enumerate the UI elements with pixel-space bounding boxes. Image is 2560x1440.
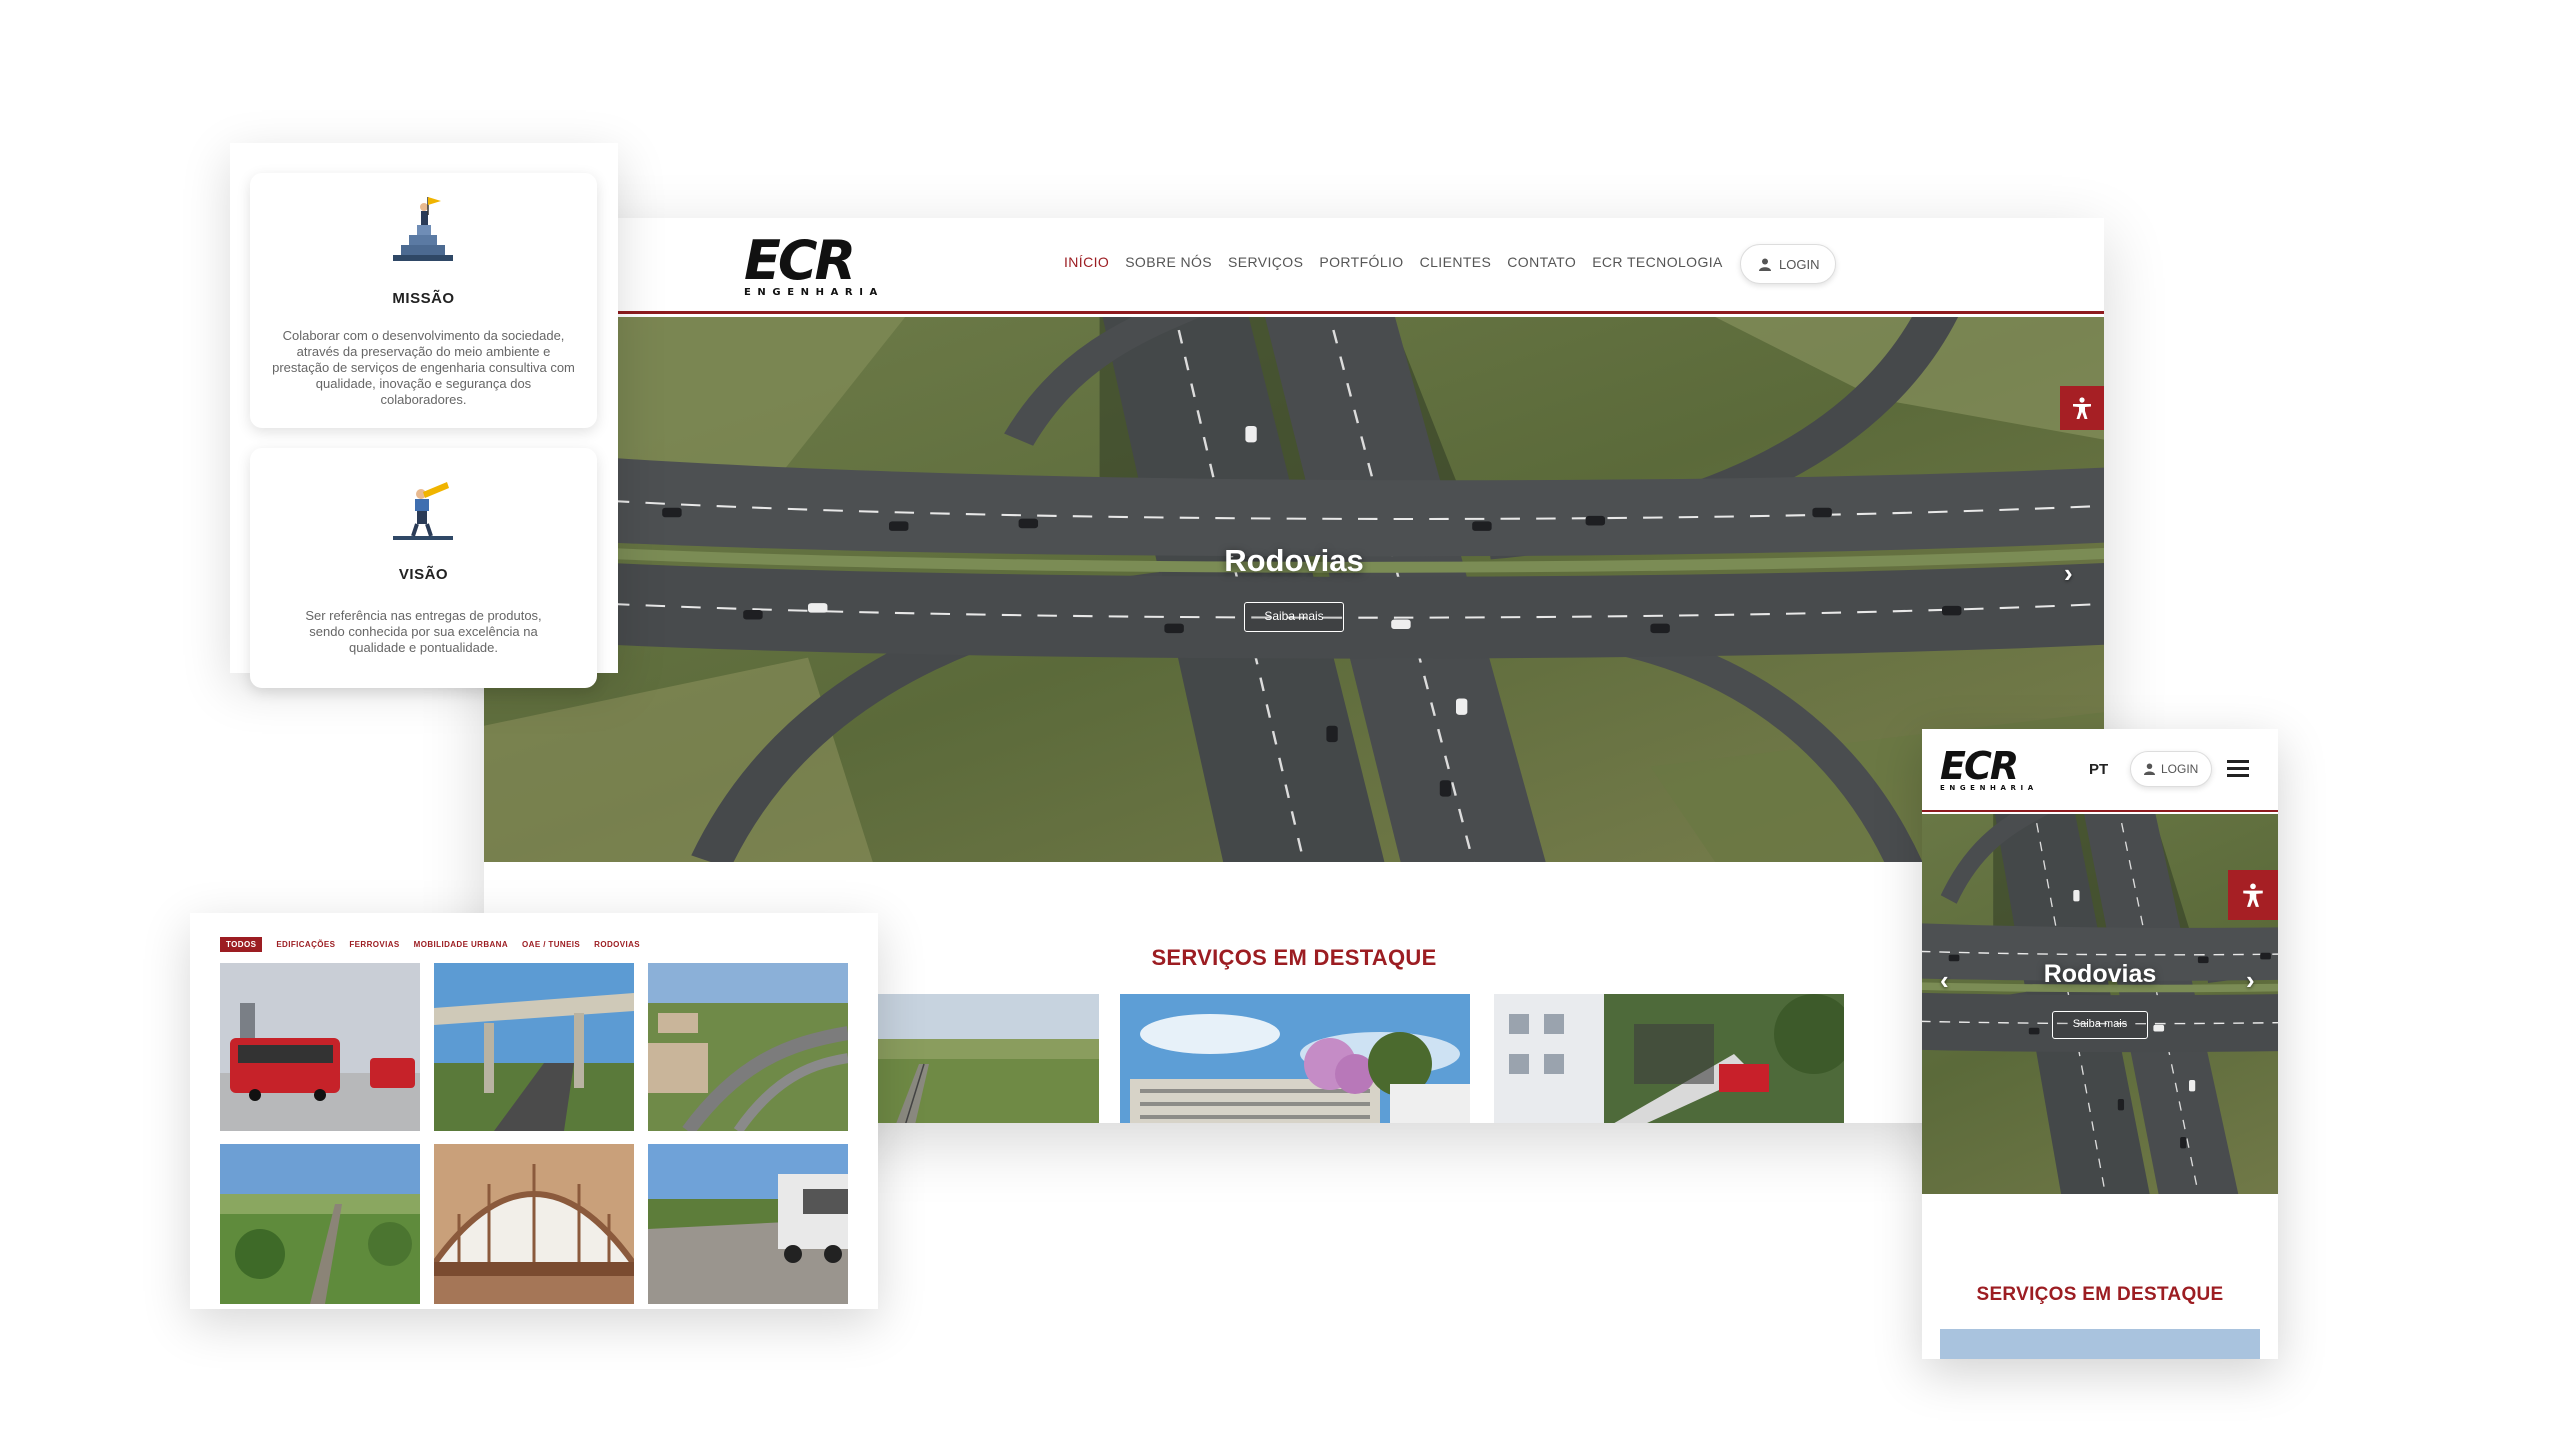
accessibility-button[interactable]	[2060, 386, 2104, 430]
logo-main: ECR	[744, 229, 856, 292]
nav-item-inicio[interactable]: INÍCIO	[1064, 254, 1109, 270]
mobile-logo[interactable]: ECR ENGENHARIA	[1940, 747, 2038, 792]
vision-title: VISÃO	[398, 566, 449, 583]
mobile-service-card[interactable]	[1940, 1329, 2260, 1359]
mission-flag-icon	[393, 197, 453, 261]
portfolio-filters: TODOS EDIFICAÇÕES FERROVIAS MOBILIDADE U…	[220, 937, 640, 952]
mobile-saiba-mais-button[interactable]: Saiba mais	[2052, 1011, 2148, 1039]
user-icon	[1759, 258, 1771, 271]
user-icon	[2144, 763, 2155, 775]
mobile-hero-title: Rodovias	[2043, 960, 2157, 988]
portfolio-item-ferrovia[interactable]	[220, 1144, 420, 1304]
hero-image	[484, 317, 2104, 862]
portfolio-image	[434, 1144, 634, 1304]
accessibility-icon	[2243, 883, 2263, 907]
vision-box: VISÃO Ser referência nas entregas de pro…	[250, 448, 597, 688]
filter-todos[interactable]: TODOS	[220, 937, 263, 952]
hero-title: Rodovias	[1224, 543, 1364, 578]
portfolio-item-obra[interactable]	[648, 1144, 848, 1304]
filter-ferrovias[interactable]: FERROVIAS	[349, 940, 399, 949]
service-image	[1494, 994, 1844, 1123]
service-image	[1120, 994, 1470, 1123]
mobile-login-label: LOGIN	[2161, 762, 2199, 776]
mobile-login-button[interactable]: LOGIN	[2130, 751, 2212, 787]
portfolio-image	[220, 1144, 420, 1304]
portfolio-item-estacao[interactable]	[434, 1144, 634, 1304]
filter-oae-tuneis[interactable]: OAE / TUNEIS	[522, 940, 580, 949]
desktop-header: ECR ENGENHARIA INÍCIO SOBRE NÓS SERVIÇOS…	[484, 218, 2104, 314]
mobile-accessibility-button[interactable]	[2228, 870, 2278, 920]
portfolio-image	[220, 963, 420, 1131]
mission-text: Colaborar com o desenvolvimento da socie…	[272, 328, 575, 407]
vision-text: Ser referência nas entregas de produtos,…	[305, 608, 542, 655]
portfolio-card: TODOS EDIFICAÇÕES FERROVIAS MOBILIDADE U…	[190, 913, 878, 1309]
mobile-hero-image	[1922, 814, 2278, 1194]
mobile-hero-slider	[1922, 814, 2278, 1194]
filter-edificacoes[interactable]: EDIFICAÇÕES	[276, 940, 335, 949]
portfolio-image	[648, 963, 848, 1131]
portfolio-item-viaduto[interactable]	[434, 963, 634, 1131]
chevron-right-icon[interactable]: ›	[2246, 965, 2255, 996]
chevron-left-icon[interactable]: ‹	[1940, 965, 1949, 996]
saiba-mais-button[interactable]: Saiba mais	[1244, 602, 1344, 632]
service-image	[874, 994, 1099, 1123]
portfolio-item-rodovia[interactable]	[648, 963, 848, 1131]
nav-item-ecr-tecnologia[interactable]: ECR TECNOLOGIA	[1592, 254, 1723, 270]
accessibility-icon	[2073, 397, 2091, 419]
main-nav: INÍCIO SOBRE NÓS SERVIÇOS PORTFÓLIO CLIE…	[1064, 254, 1771, 270]
mission-box: MISSÃO Colaborar com o desenvolvimento d…	[250, 173, 597, 428]
mobile-services-title: SERVIÇOS EM DESTAQUE	[1976, 1284, 2224, 1305]
vision-telescope-icon	[393, 482, 453, 540]
service-card-edificacoes[interactable]	[1120, 994, 1470, 1123]
hamburger-icon[interactable]	[2227, 760, 2249, 778]
login-label: LOGIN	[1779, 256, 1820, 272]
mobile-logo-sub: ENGENHARIA	[1940, 784, 2038, 792]
nav-item-contato[interactable]: CONTATO	[1507, 254, 1576, 270]
nav-item-servicos[interactable]: SERVIÇOS	[1228, 254, 1303, 270]
filter-mobilidade-urbana[interactable]: MOBILIDADE URBANA	[414, 940, 508, 949]
nav-item-portfolio[interactable]: PORTFÓLIO	[1319, 254, 1403, 270]
portfolio-image	[434, 963, 634, 1131]
hero-slider	[484, 317, 2104, 862]
filter-rodovias[interactable]: RODOVIAS	[594, 940, 640, 949]
service-card-ferrovias[interactable]	[874, 994, 1099, 1123]
nav-item-clientes[interactable]: CLIENTES	[1420, 254, 1492, 270]
portfolio-item-brt[interactable]	[220, 963, 420, 1131]
mobile-mockup: ECR ENGENHARIA PT LOGIN Rodovias Saiba m…	[1922, 729, 2278, 1359]
mobile-header: ECR ENGENHARIA PT LOGIN	[1922, 729, 2278, 812]
service-card-mobilidade[interactable]	[1494, 994, 1844, 1123]
mission-title: MISSÃO	[392, 290, 455, 307]
portfolio-image	[648, 1144, 848, 1304]
chevron-right-icon[interactable]: ›	[2064, 558, 2073, 589]
nav-item-sobre-nos[interactable]: SOBRE NÓS	[1125, 254, 1212, 270]
logo-sub: ENGENHARIA	[744, 287, 884, 298]
mission-vision-card: MISSÃO Colaborar com o desenvolvimento d…	[230, 143, 618, 688]
logo[interactable]: ECR ENGENHARIA	[744, 234, 884, 298]
mobile-logo-main: ECR	[1940, 744, 2019, 788]
login-button[interactable]: LOGIN	[1740, 244, 1836, 284]
mobile-language-selector[interactable]: PT	[2089, 761, 2108, 778]
